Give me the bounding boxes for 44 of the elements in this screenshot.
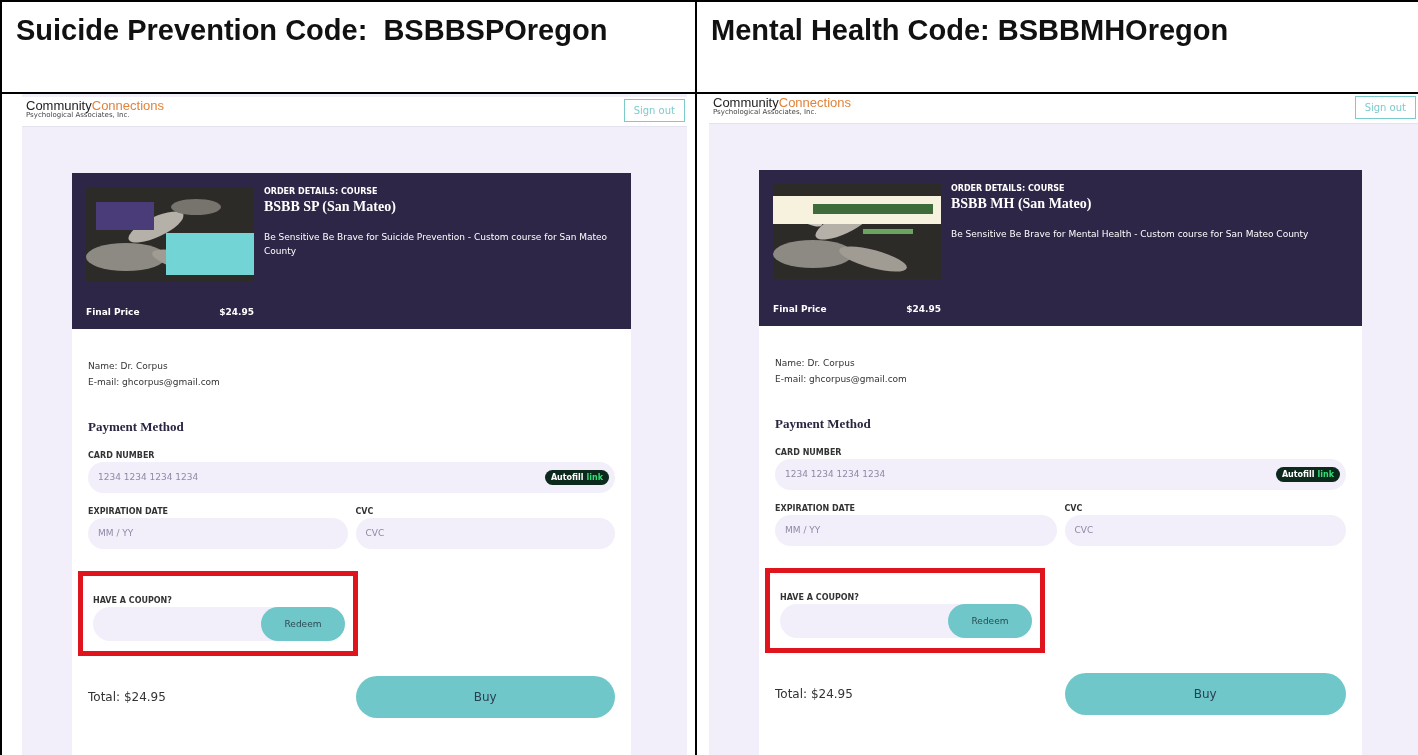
expiry-field[interactable]: MM / YY [88, 517, 348, 549]
customer-name: Name: Dr. Corpus [775, 357, 856, 370]
field-label: EXPIRATION DATE [88, 506, 170, 516]
order-details-label: ORDER DETAILS: COURSE [951, 184, 1066, 193]
code-heading: Suicide Prevention Code: BSBBSPOregon [16, 14, 609, 47]
card-number-field[interactable]: 1234 1234 1234 1234 Autofill link [88, 461, 615, 493]
price-value: $24.95 [219, 307, 254, 317]
redeem-button[interactable]: Redeem [261, 606, 345, 641]
autofill-button[interactable]: Autofill link [544, 469, 609, 485]
coupon-field[interactable]: Redeem [93, 606, 345, 641]
code-heading: Mental Health Code: BSBBMHOregon [711, 14, 1230, 47]
buy-button[interactable]: Buy [1064, 672, 1346, 715]
customer-email: E-mail: ghcorpus@gmail.com [88, 375, 221, 389]
price-value: $24.95 [906, 304, 941, 314]
logo-wordmark[interactable]: CommunityConnections [26, 99, 165, 112]
course-description: Be Sensitive Be Brave for Suicide Prevention - Custom course for San Mateo County [264, 231, 609, 259]
field-label: HAVE A COUPON? [780, 592, 860, 602]
course-title: BSBB SP (San Mateo) [264, 199, 397, 215]
customer-name: Name: Dr. Corpus [88, 360, 169, 373]
buy-button[interactable]: Buy [355, 675, 615, 718]
field-label: CVC [1064, 503, 1084, 513]
total-amount: Total: $24.95 [88, 689, 167, 704]
price-label: Final Price [773, 304, 827, 314]
field-label: CVC [355, 506, 375, 516]
payment-heading: Payment Method [775, 415, 872, 432]
cvc-field[interactable]: CVC [1064, 514, 1346, 546]
field-label: CARD NUMBER [775, 447, 843, 457]
payment-heading: Payment Method [88, 418, 185, 435]
logo-wordmark[interactable]: CommunityConnections [713, 96, 852, 109]
total-amount: Total: $24.95 [775, 686, 854, 701]
coupon-field[interactable]: Redeem [780, 603, 1032, 638]
course-description: Be Sensitive Be Brave for Mental Health - Custom course for San Mateo County [951, 228, 1309, 241]
order-details-label: ORDER DETAILS: COURSE [264, 187, 379, 196]
field-label: HAVE A COUPON? [93, 595, 173, 605]
redeem-button[interactable]: Redeem [948, 603, 1032, 638]
cvc-field[interactable]: CVC [355, 517, 615, 549]
card-number-field[interactable]: 1234 1234 1234 1234 Autofill link [775, 458, 1346, 490]
field-label: CARD NUMBER [88, 450, 156, 460]
customer-email: E-mail: ghcorpus@gmail.com [775, 372, 908, 386]
price-label: Final Price [86, 307, 140, 317]
autofill-button[interactable]: Autofill link [1275, 466, 1340, 482]
field-label: EXPIRATION DATE [775, 503, 857, 513]
course-title: BSBB MH (San Mateo) [951, 196, 1093, 212]
expiry-field[interactable]: MM / YY [775, 514, 1057, 546]
